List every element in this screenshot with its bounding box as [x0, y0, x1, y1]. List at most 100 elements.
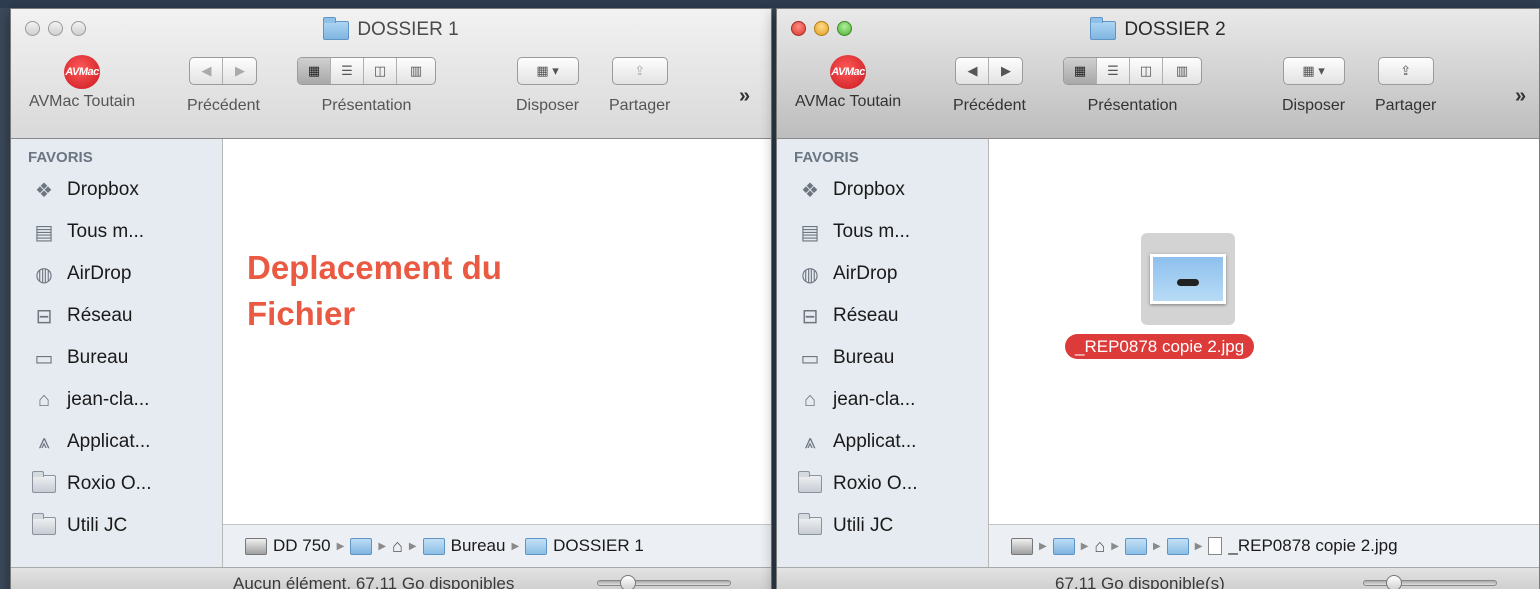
sidebar-item-utili-jc[interactable]: Utili JC: [797, 513, 893, 537]
view-group[interactable]: ▦ ☰ ◫ ▥ Présentation: [1063, 57, 1202, 115]
path-disk-label[interactable]: DD 750: [273, 536, 331, 556]
back-forward-buttons[interactable]: ◀ ▶: [189, 57, 258, 85]
folder-icon[interactable]: [422, 537, 445, 555]
list-view-icon[interactable]: ☰: [1097, 58, 1130, 84]
slider-knob[interactable]: [620, 575, 636, 589]
sidebar-item-dropbox[interactable]: ❖ Dropbox: [31, 179, 139, 202]
arrange-group[interactable]: ▦ ▾ Disposer: [1282, 57, 1345, 115]
sidebar-item-airdrop[interactable]: ◍ AirDrop: [797, 263, 897, 286]
file-thumbnail[interactable]: [1141, 233, 1235, 325]
folder-shape: [798, 513, 822, 535]
back-arrow-icon[interactable]: ◀: [956, 58, 990, 84]
forward-arrow-icon[interactable]: ▶: [989, 58, 1022, 84]
dropbox-icon: ❖: [35, 179, 53, 202]
toolbar-app-shortcut[interactable]: AVMac AVMac Toutain: [29, 55, 135, 111]
share-button[interactable]: ⇪: [1377, 57, 1434, 85]
window-title: DOSSIER 1: [11, 16, 771, 41]
slider-knob[interactable]: [1386, 575, 1402, 589]
icon-view-icon[interactable]: ▦: [1064, 58, 1097, 84]
back-forward-group[interactable]: ◀ ▶ Précédent: [187, 57, 260, 115]
window-title: DOSSIER 2: [777, 16, 1539, 41]
sidebar-item-network[interactable]: ⊟ Réseau: [797, 305, 899, 328]
file-name-selected[interactable]: _REP0878 copie 2.jpg: [1065, 334, 1255, 359]
column-view-icon[interactable]: ◫: [1130, 58, 1163, 84]
status-bar: 67,11 Go disponible(s): [777, 567, 1539, 589]
sidebar-item-applications[interactable]: ⩓ Applicat...: [797, 431, 916, 453]
arrange-label: Disposer: [1282, 97, 1346, 114]
view-mode-buttons[interactable]: ▦ ☰ ◫ ▥: [297, 57, 436, 85]
coverflow-view-icon[interactable]: ▥: [397, 58, 435, 84]
desktop-icon: ▭: [800, 347, 820, 370]
logo-text: AVMac: [831, 66, 865, 78]
toolbar-overflow-icon[interactable]: »: [1515, 85, 1526, 108]
toolbar-app-shortcut[interactable]: AVMac AVMac Toutain: [795, 55, 901, 111]
path-separator-icon: ▶: [1039, 540, 1047, 552]
dropbox-icon: ❖: [801, 179, 819, 202]
disk-icon[interactable]: [1011, 537, 1033, 555]
icon-view-icon[interactable]: ▦: [298, 58, 331, 84]
coverflow-view-icon[interactable]: ▥: [1163, 58, 1201, 84]
user-folder-icon[interactable]: [1052, 537, 1075, 555]
view-label: Présentation: [1087, 97, 1178, 114]
sidebar-item-roxio[interactable]: Roxio O...: [31, 471, 151, 495]
share-group[interactable]: ⇪ Partager: [609, 57, 670, 115]
folder-content-area[interactable]: Deplacement du Fichier: [223, 139, 771, 537]
jpg-image-icon: [1150, 254, 1226, 304]
path-file-label[interactable]: _REP0878 copie 2.jpg: [1228, 536, 1397, 556]
sidebar-item-all-files[interactable]: ▤ Tous m...: [31, 221, 145, 244]
arrange-group[interactable]: ▦ ▾ Disposer: [516, 57, 579, 115]
folder-icon[interactable]: [1166, 537, 1189, 555]
arrange-dropdown[interactable]: ▦ ▾: [1282, 57, 1345, 85]
folder-shape: [32, 471, 56, 493]
sidebar-item-utili-jc[interactable]: Utili JC: [31, 513, 127, 537]
sidebar-item-label: Réseau: [67, 305, 133, 326]
sidebar-item-dropbox[interactable]: ❖ Dropbox: [797, 179, 905, 202]
icon-size-slider[interactable]: [597, 575, 731, 589]
path-dossier-label[interactable]: DOSSIER 1: [553, 536, 644, 556]
arrange-dropdown[interactable]: ▦ ▾: [516, 57, 579, 85]
file-icon[interactable]: [1208, 537, 1223, 555]
forward-arrow-icon[interactable]: ▶: [223, 58, 256, 84]
path-separator-icon: ▶: [1111, 540, 1119, 552]
finder-window-dossier-1[interactable]: DOSSIER 1 AVMac AVMac Toutain ◀ ▶ Précéd…: [10, 8, 772, 589]
sidebar-item-desktop[interactable]: ▭ Bureau: [31, 347, 129, 370]
share-button[interactable]: ⇪: [611, 57, 668, 85]
sidebar-item-roxio[interactable]: Roxio O...: [797, 471, 917, 495]
back-forward-group[interactable]: ◀ ▶ Précédent: [953, 57, 1026, 115]
finder-window-dossier-2[interactable]: DOSSIER 2 AVMac AVMac Toutain ◀ ▶ Précéd…: [776, 8, 1540, 589]
sidebar-item-all-files[interactable]: ▤ Tous m...: [797, 221, 911, 244]
sidebar-item-label: Tous m...: [833, 221, 911, 242]
user-folder-icon[interactable]: [350, 537, 373, 555]
path-separator-icon: ▶: [1080, 540, 1089, 552]
app-shortcut-label: AVMac Toutain: [795, 93, 902, 110]
back-forward-buttons[interactable]: ◀ ▶: [955, 57, 1024, 85]
folder-content-area[interactable]: _REP0878 copie 2.jpg: [989, 139, 1539, 537]
folder-icon[interactable]: [525, 537, 548, 555]
home-icon[interactable]: ⌂: [1094, 536, 1105, 557]
sidebar-item-label: jean-cla...: [833, 389, 916, 410]
view-mode-buttons[interactable]: ▦ ☰ ◫ ▥: [1063, 57, 1202, 85]
sidebar-item-home[interactable]: ⌂ jean-cla...: [797, 389, 915, 411]
list-view-icon[interactable]: ☰: [331, 58, 364, 84]
applications-icon: ⩓: [38, 430, 50, 453]
toolbar-overflow-icon[interactable]: »: [739, 85, 750, 108]
path-bar: DD 750 ▶ ▶ ⌂ ▶ Bureau ▶ DOSSIER 1: [223, 524, 771, 567]
folder-icon: [323, 16, 350, 40]
icon-size-slider[interactable]: [1363, 575, 1497, 589]
sidebar-item-home[interactable]: ⌂ jean-cla...: [31, 389, 149, 411]
sidebar-item-airdrop[interactable]: ◍ AirDrop: [31, 263, 131, 286]
disk-icon[interactable]: [245, 537, 267, 555]
view-group[interactable]: ▦ ☰ ◫ ▥ Présentation: [297, 57, 436, 115]
back-arrow-icon[interactable]: ◀: [190, 58, 224, 84]
status-text: 67,11 Go disponible(s): [1055, 574, 1225, 589]
sidebar-item-desktop[interactable]: ▭ Bureau: [797, 347, 895, 370]
home-icon[interactable]: ⌂: [392, 536, 403, 557]
sidebar-item-network[interactable]: ⊟ Réseau: [31, 305, 133, 328]
column-view-icon[interactable]: ◫: [364, 58, 397, 84]
applications-icon: ⩓: [804, 430, 816, 453]
sidebar-item-applications[interactable]: ⩓ Applicat...: [31, 431, 150, 453]
path-bureau-label[interactable]: Bureau: [451, 536, 506, 556]
share-group[interactable]: ⇪ Partager: [1375, 57, 1436, 115]
folder-icon[interactable]: [1124, 537, 1147, 555]
back-label: Précédent: [187, 97, 260, 114]
